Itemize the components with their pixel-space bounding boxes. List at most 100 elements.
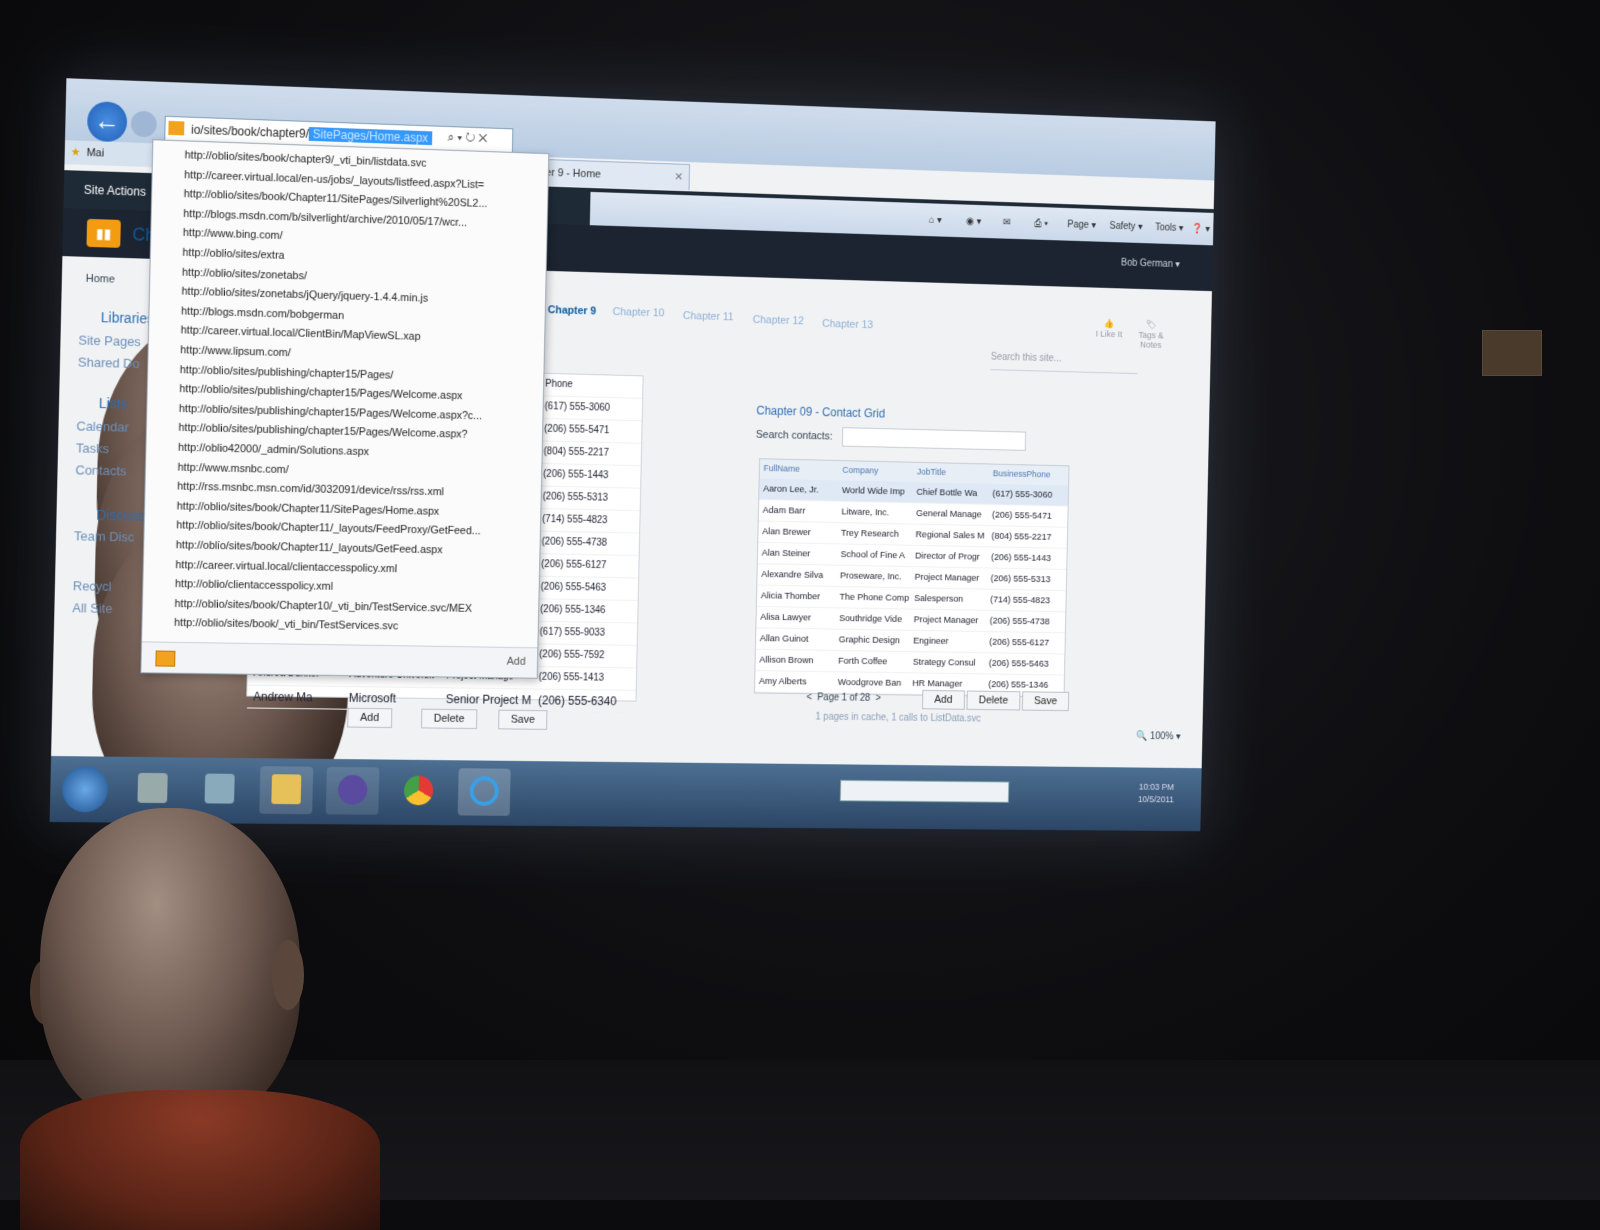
autocomplete-item[interactable]: http://rss.msnbc.msn.com/id/3032091/devi… [177,481,537,501]
list-save-button[interactable]: Save [498,709,548,730]
search-icon[interactable]: ⌕ [448,130,455,144]
i-like-it-label: I Like It [1095,328,1123,340]
autocomplete-item[interactable]: http://oblio/sites/publishing/chapter15/… [179,403,539,424]
quick-launch-item[interactable]: Team Disc [74,528,135,544]
refresh-icon[interactable]: ↻ [465,131,475,145]
tags-notes-button[interactable]: 🏷 Tags & Notes [1131,319,1172,350]
help-icon[interactable]: ❓ ▾ [1191,224,1210,235]
quick-launch-item[interactable]: All Site [72,600,113,616]
zoom-level[interactable]: 🔍 100% ▾ [1136,731,1181,742]
autocomplete-item[interactable]: http://oblio/sites/zonetabs/jQuery/jquer… [181,286,541,308]
autocomplete-item[interactable]: http://oblio/sites/publishing/chapter15/… [180,364,540,385]
page-menu[interactable]: Page ▾ [1067,220,1096,231]
quick-launch-item[interactable]: Tasks [76,440,109,456]
col-company[interactable]: Company [842,465,915,476]
col-phone[interactable]: Phone [545,374,573,396]
pager: < Page 1 of 28 > [806,692,881,704]
address-controls[interactable]: ⌕ ▾ ↻ ✕ [447,130,488,146]
nav-chapter-12[interactable]: Chapter 12 [753,314,804,327]
address-selected-text: SitePages/Home.aspx [308,126,433,146]
start-button[interactable] [61,766,109,813]
autocomplete-item[interactable]: http://career.virtual.local/ClientBin/Ma… [181,325,541,347]
favorites-folder-icon [155,650,176,667]
quick-launch-item[interactable]: Shared Do [78,355,140,372]
contact-grid: FullName Company JobTitle BusinessPhone … [753,458,1070,698]
list-delete-button[interactable]: Delete [420,708,478,730]
col-jobtitle[interactable]: JobTitle [917,467,991,478]
nav-chapter-13[interactable]: Chapter 13 [822,318,873,331]
autocomplete-item[interactable]: http://oblio/clientaccesspolicy.xml [175,578,535,596]
home-icon[interactable]: ⌂ ▾ [929,215,942,226]
quick-launch-item[interactable]: Recycl [73,578,112,594]
site-actions-menu[interactable]: Site Actions [84,183,146,199]
stop-icon[interactable]: ✕ [478,131,487,145]
autocomplete-add-button[interactable]: Add [507,656,526,668]
quick-launch-item[interactable]: Site Pages [78,333,141,350]
favorites-star-icon[interactable]: ★ [65,146,87,159]
autocomplete-item[interactable]: http://oblio/sites/book/Chapter10/_vti_b… [174,598,534,616]
contact-add-button[interactable]: Add [921,689,965,710]
mail-icon[interactable]: ✉ [1003,217,1011,228]
tags-notes-label: Tags & Notes [1138,330,1164,350]
autocomplete-item[interactable]: http://oblio/sites/book/Chapter11/SitePa… [184,188,544,212]
contact-delete-button[interactable]: Delete [966,690,1021,711]
taskbar-visual-studio[interactable] [325,766,380,815]
autocomplete-item[interactable]: http://oblio/sites/book/Chapter11/SitePa… [177,500,537,519]
i-like-it-button[interactable]: 👍 I Like It [1089,318,1130,340]
autocomplete-item[interactable]: http://oblio/sites/book/Chapter11/_layou… [176,539,536,558]
next-page-button[interactable]: > [875,693,881,704]
search-contacts-label: Search contacts: [755,428,833,443]
contact-cell: Allison Brown [759,654,814,667]
taskbar-explorer[interactable] [259,766,314,815]
search-site-input[interactable]: Search this site... [990,351,1138,375]
contact-cell: The Phone Comp [839,591,910,604]
taskbar-ie[interactable] [457,768,511,816]
autocomplete-item[interactable]: http://www.msnbc.com/ [177,461,537,481]
audience-head [40,808,300,1128]
site-favicon-icon [168,120,185,136]
safety-menu[interactable]: Safety ▾ [1109,221,1142,233]
autocomplete-item[interactable]: http://www.bing.com/ [183,227,543,250]
tools-menu[interactable]: Tools ▾ [1155,222,1184,233]
autocomplete-item[interactable]: http://oblio/sites/book/Chapter11/_layou… [176,520,536,539]
user-menu[interactable]: Bob German ▾ [1121,258,1180,270]
nav-home[interactable]: Home [86,273,115,286]
clock-date[interactable]: 10/5/2011 [1138,794,1174,804]
autocomplete-item[interactable]: http://oblio/sites/zonetabs/ [182,266,542,289]
taskbar-address-toolbar[interactable] [839,779,1010,803]
contact-cell: Alicia Thomber [760,590,821,603]
contact-cell: School of Fine A [840,549,906,562]
col-businessphone[interactable]: BusinessPhone [993,468,1067,479]
nav-chapter-11[interactable]: Chapter 11 [683,310,734,323]
clock-time[interactable]: 10:03 PM [1139,782,1174,792]
rss-icon[interactable]: ◉ ▾ [966,216,982,227]
quick-launch-item[interactable]: Contacts [75,462,126,478]
close-tab-icon[interactable]: ✕ [674,164,683,190]
search-contacts-input[interactable] [841,427,1027,451]
col-fullname[interactable]: FullName [764,463,841,474]
autocomplete-item[interactable]: http://oblio/sites/publishing/chapter15/… [178,422,538,442]
autocomplete-item[interactable]: http://oblio/sites/publishing/chapter15/… [179,383,539,404]
phone-cell: (617) 555-3060 [544,401,611,414]
autocomplete-item[interactable]: http://oblio42000/_admin/Solutions.aspx [178,442,538,462]
autocomplete-item[interactable]: http://career.virtual.local/clientaccess… [175,559,535,577]
taskbar-app-1[interactable] [125,765,179,813]
contact-save-button[interactable]: Save [1021,691,1070,712]
table-cell: Microsoft [348,690,397,706]
list-add-button[interactable]: Add [347,707,392,729]
contact-cell: Alisa Lawyer [760,611,812,624]
taskbar-app-2[interactable] [193,765,247,813]
autocomplete-item[interactable]: http://oblio/sites/extra [182,247,542,270]
autocomplete-item[interactable]: http://oblio/sites/book/_vti_bin/TestSer… [174,617,534,635]
table-cell: Andrew Ma [252,689,313,705]
nav-chapter-9[interactable]: Chapter 9 [548,304,597,317]
print-icon[interactable]: ⎙ ▾ [1034,218,1048,229]
prev-page-button[interactable]: < [806,692,812,703]
nav-chapter-10[interactable]: Chapter 10 [613,306,665,319]
autocomplete-item[interactable]: http://blogs.msdn.com/b/silverlight/arch… [183,208,543,231]
autocomplete-item[interactable]: http://blogs.msdn.com/bobgerman [181,305,541,327]
favorites-item[interactable]: Mai [86,147,104,160]
taskbar-chrome[interactable] [392,768,445,816]
quick-launch-item[interactable]: Calendar [76,418,129,434]
autocomplete-item[interactable]: http://www.lipsum.com/ [180,344,540,366]
